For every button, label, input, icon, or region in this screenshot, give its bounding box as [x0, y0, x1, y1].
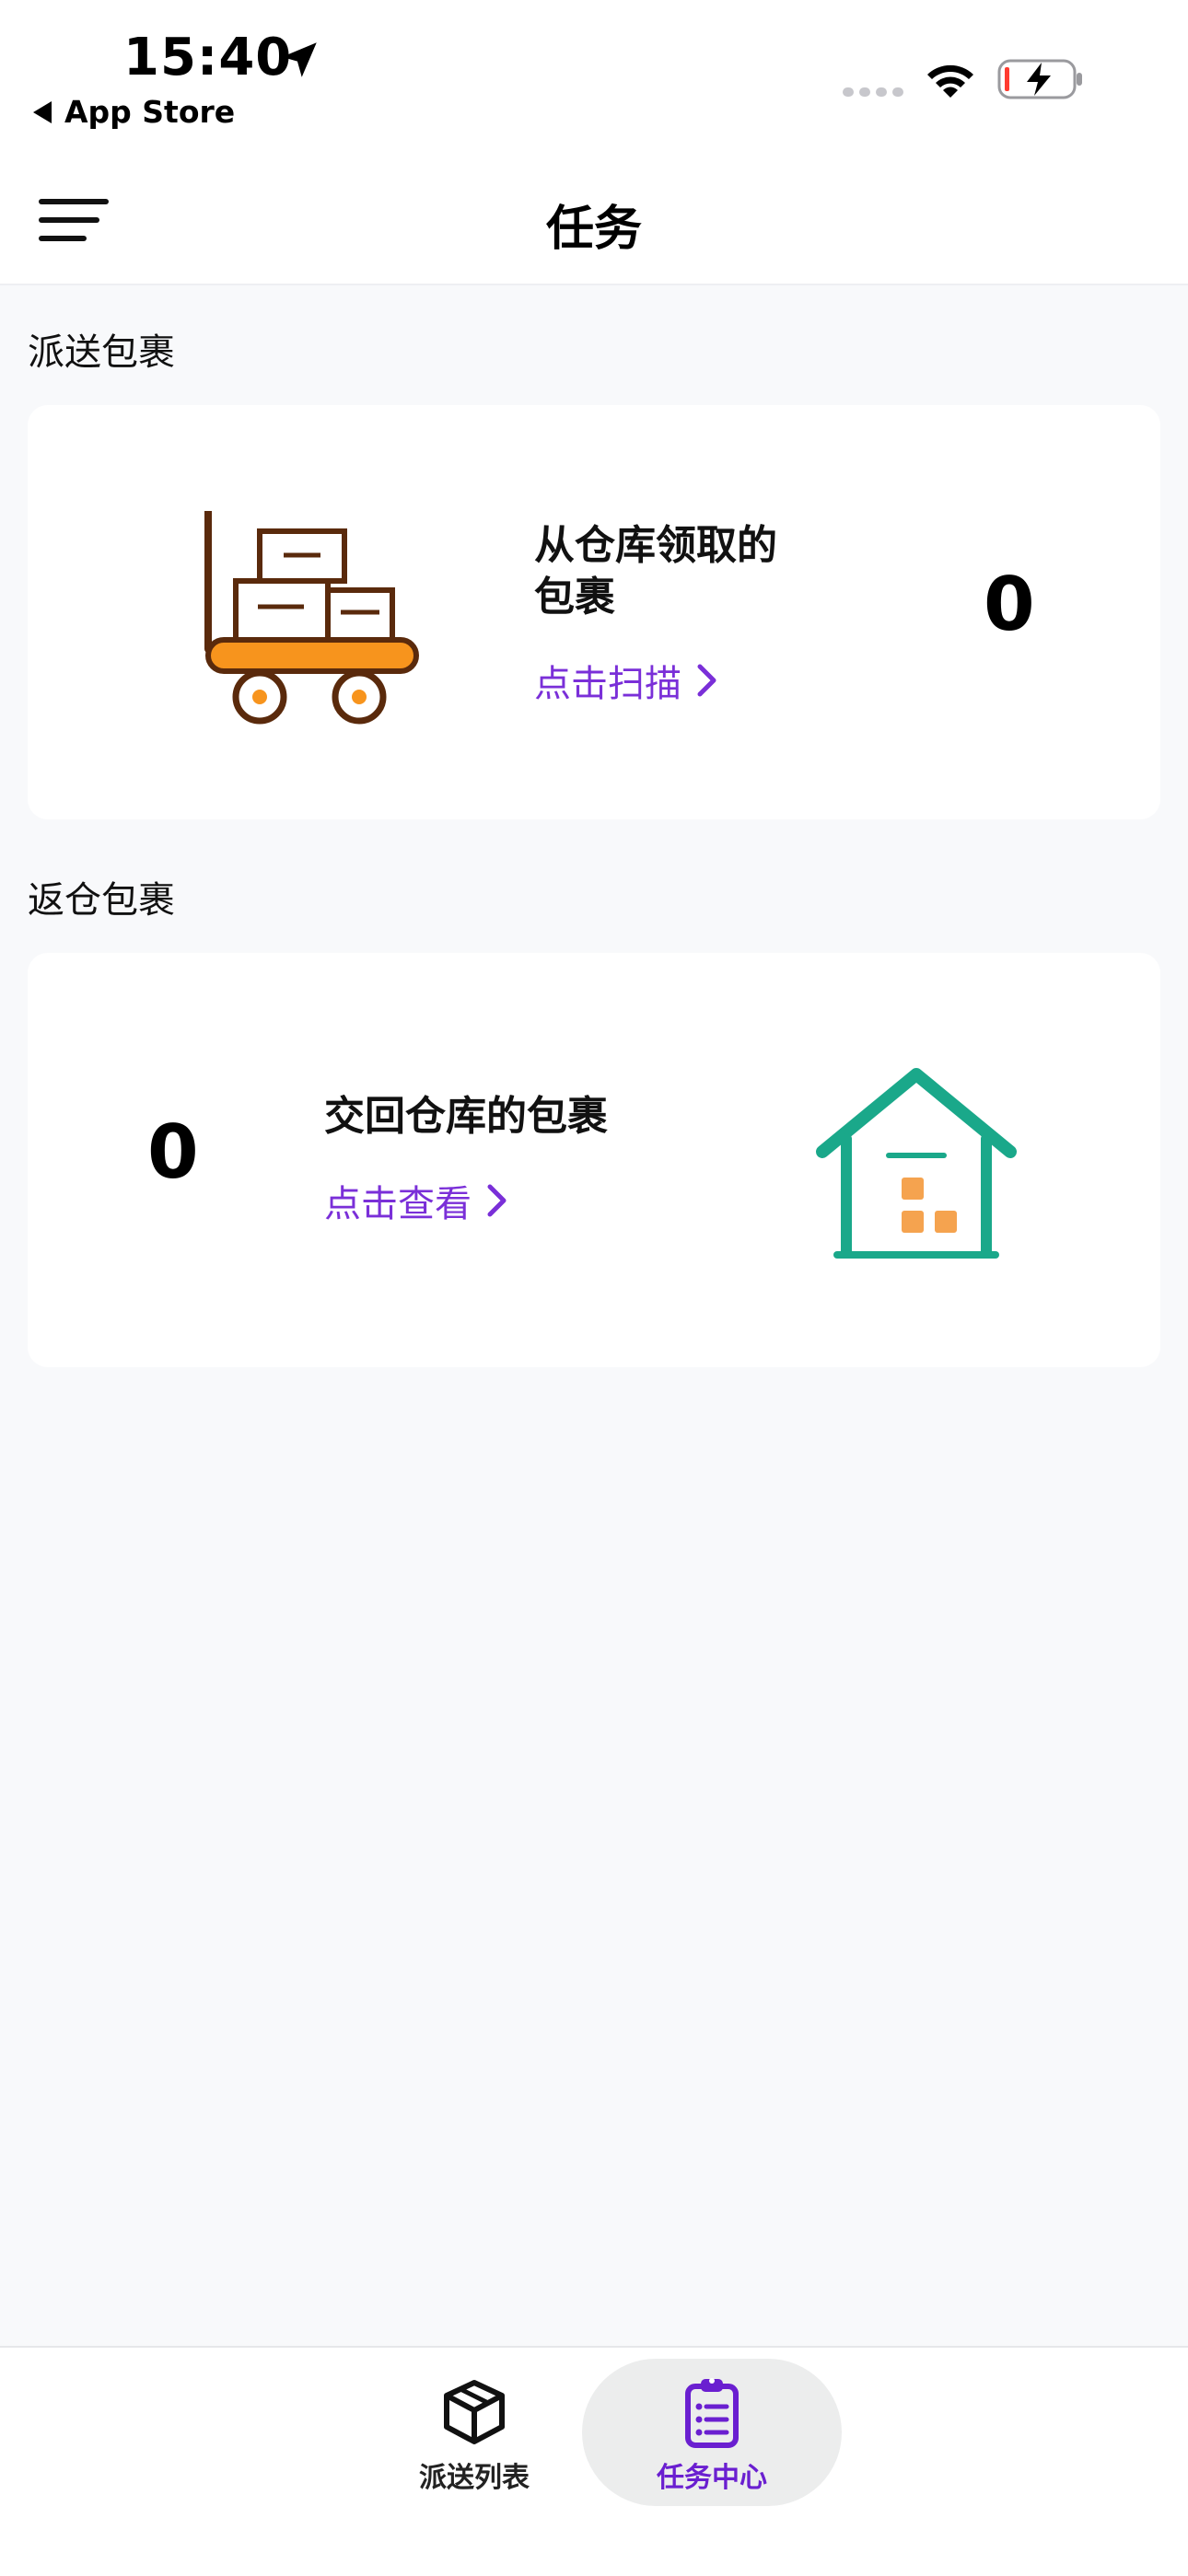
tab-delivery-list[interactable]: 派送列表: [344, 2359, 604, 2506]
tab-label: 派送列表: [419, 2462, 530, 2494]
section-label-delivery: 派送包裹: [28, 331, 175, 374]
wifi-icon: [927, 64, 973, 98]
location-arrow-icon: [282, 42, 317, 77]
back-triangle-icon: [33, 100, 52, 123]
cart-icon: [204, 511, 419, 725]
delivery-title-line1: 从仓库领取的: [534, 522, 777, 569]
view-link[interactable]: 点击查看: [324, 1174, 508, 1227]
clock-time: 15:40: [123, 28, 293, 87]
delivery-title: 从仓库领取的 包裹: [534, 520, 777, 623]
chevron-right-icon: [487, 1184, 507, 1217]
cellular-signal-icon: [843, 87, 903, 97]
back-to-app-store[interactable]: App Store: [33, 94, 235, 130]
page-title: 任务: [545, 202, 642, 257]
scan-link[interactable]: 点击扫描: [534, 654, 718, 707]
return-card[interactable]: 0 交回仓库的包裹 点击查看: [28, 953, 1160, 1367]
delivery-count: 0: [984, 562, 1035, 647]
back-app-label: App Store: [64, 94, 236, 130]
scan-link-label: 点击扫描: [534, 663, 681, 705]
tab-label: 任务中心: [657, 2462, 767, 2494]
return-count: 0: [147, 1109, 199, 1195]
tab-bar: 派送列表 任务中心: [0, 2346, 1188, 2576]
return-title: 交回仓库的包裹: [324, 1093, 608, 1140]
delivery-card[interactable]: 从仓库领取的 包裹 点击扫描 0: [28, 405, 1160, 819]
package-icon: [444, 2380, 505, 2444]
navigation-bar: 任务: [0, 157, 1188, 285]
section-label-return: 返仓包裹: [28, 879, 175, 922]
tab-task-center[interactable]: 任务中心: [582, 2359, 842, 2506]
view-link-label: 点击查看: [324, 1183, 472, 1225]
battery-charging-icon: [997, 59, 1082, 99]
chevron-right-icon: [697, 664, 716, 697]
status-bar: 15:40 App Store: [0, 0, 1188, 157]
clipboard-list-icon: [685, 2378, 739, 2448]
warehouse-icon: [816, 1068, 1017, 1259]
delivery-title-line2: 包裹: [534, 574, 615, 621]
